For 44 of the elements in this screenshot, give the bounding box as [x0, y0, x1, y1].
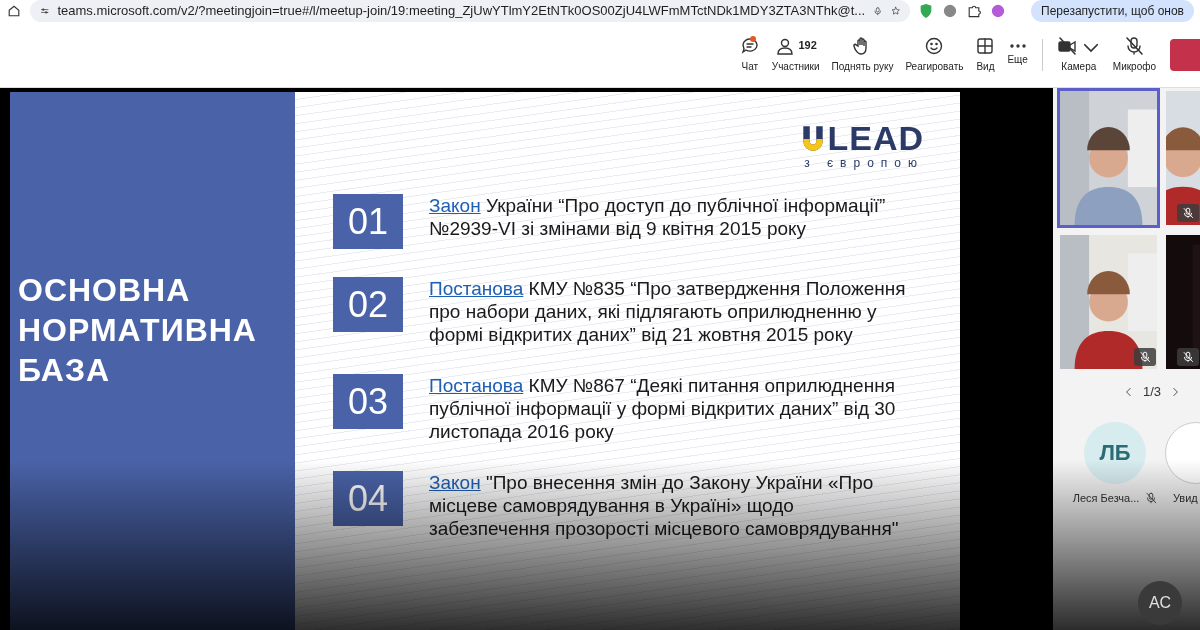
- grid-icon: [975, 35, 996, 56]
- participant-count: 192: [798, 38, 817, 54]
- microphone-icon[interactable]: [873, 4, 883, 18]
- avatar: АС: [1138, 581, 1182, 625]
- camera-button[interactable]: Камера: [1050, 35, 1107, 74]
- document-link[interactable]: Закон: [429, 195, 481, 216]
- item-text: Постанова КМУ №835 “Про затвердження Положення про набори даних, які підлягають оприлюдненню у формі відкритих даних” від 21 жовтня 2015 року: [429, 277, 907, 346]
- home-icon: [6, 3, 22, 19]
- logo-text: LEAD: [827, 122, 924, 154]
- chat-icon: [739, 35, 760, 56]
- item-text: Постанова КМУ №867 “Деякі питання оприлюднення публічної інформації у формі відкритих даних” від 30 листопада 2016 року: [429, 374, 897, 443]
- star-icon[interactable]: [890, 4, 900, 18]
- participant-name: Увид: [1173, 490, 1198, 506]
- document-link[interactable]: Постанова: [429, 375, 524, 396]
- chat-button[interactable]: Чат: [733, 35, 766, 74]
- participant-name: Леся Безча...: [1072, 490, 1140, 506]
- item-number: 02: [333, 277, 403, 332]
- profile-icon[interactable]: [990, 3, 1006, 19]
- avatar: ЛБ: [1084, 421, 1146, 484]
- item-text: Закон "Про внесення змін до Закону України «Про місцеве самоврядування в Україні» щодо забезпечення прозорості місцевого самоврядування": [429, 471, 900, 540]
- logo-tagline: з європою: [804, 155, 924, 172]
- more-button[interactable]: Еще: [1001, 42, 1034, 67]
- shield-icon[interactable]: [918, 3, 934, 19]
- leave-button[interactable]: [1170, 38, 1200, 71]
- more-icon: [1007, 42, 1028, 49]
- smiley-icon: [924, 35, 945, 56]
- view-button[interactable]: Вид: [969, 35, 1002, 74]
- mic-button[interactable]: Микрофо: [1106, 35, 1162, 74]
- document-link[interactable]: Постанова: [429, 278, 524, 299]
- restart-button[interactable]: Перезапустити, щоб онов: [1031, 0, 1194, 22]
- slide-title: ОСНОВНА НОРМАТИВНА БАЗА: [18, 271, 258, 390]
- item-number: 04: [333, 471, 403, 526]
- item-text: Закон України “Про доступ до публічної інформації” №2939-VI зі змінами від 9 квітня 2015 року: [429, 194, 887, 241]
- address-bar[interactable]: teams.microsoft.com/v2/?meetingjoin=true#/l/meetup-join/19:meeting_ZjUwYTlmY2EtNTk0OS00ZjU4LWFmMTctNDk1MDY3ZTA3NThk@t...: [30, 0, 910, 22]
- u-logo-icon: [801, 124, 826, 152]
- url-text: teams.microsoft.com/v2/?meetingjoin=true#/l/meetup-join/19:meeting_ZjUwYTlmY2EtNTk0OS00ZjU4LWFmMTctNDk1MDY3ZTA3NThk@t...: [57, 2, 866, 21]
- puzzle-icon[interactable]: [966, 3, 982, 19]
- item-number: 03: [333, 374, 403, 429]
- hand-button[interactable]: Поднять руку: [825, 35, 900, 74]
- page-indicator: 1/3: [1143, 383, 1162, 401]
- document-link[interactable]: Закон: [429, 472, 481, 493]
- people-button[interactable]: 192 Участники: [765, 35, 826, 74]
- item-number: 01: [333, 194, 403, 249]
- react-button[interactable]: Реагировать: [899, 35, 970, 74]
